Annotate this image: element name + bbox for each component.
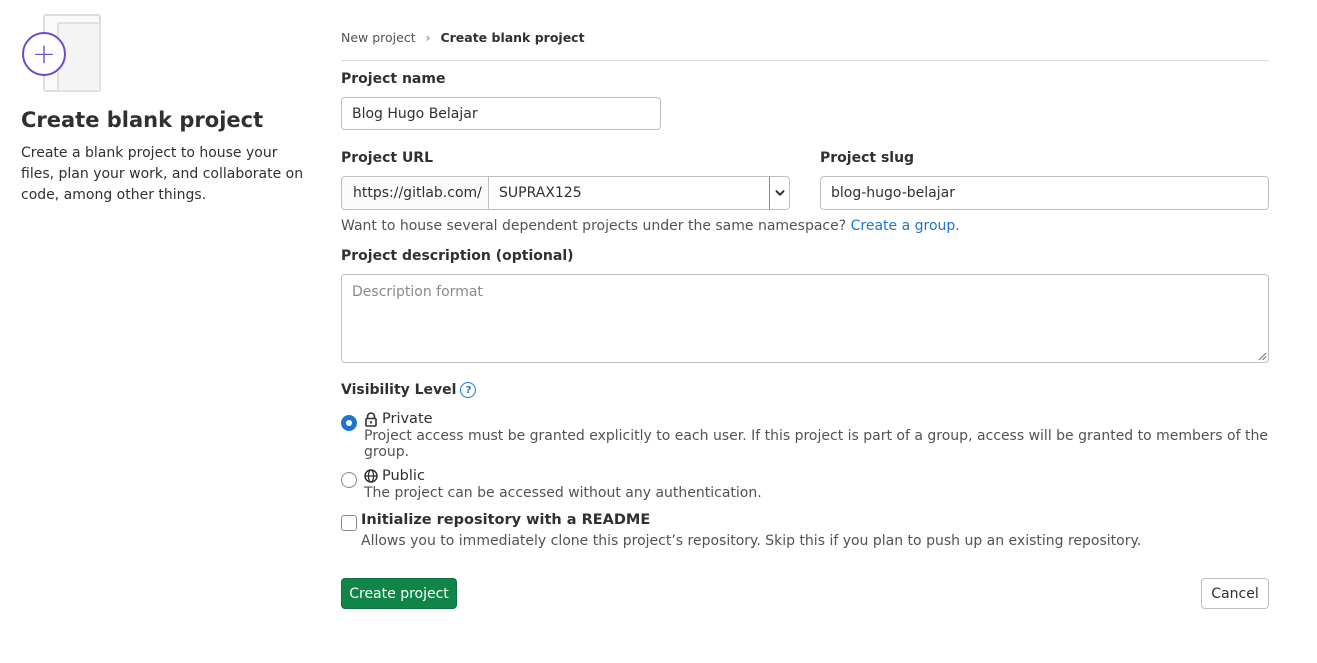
globe-icon [364, 469, 378, 483]
visibility-level-label: Visibility Level [341, 382, 457, 398]
cancel-button[interactable]: Cancel [1201, 578, 1269, 609]
sidebar-panel: + Create blank project Create a blank pr… [21, 14, 311, 206]
project-slug-input[interactable]: blog-hugo-belajar [820, 176, 1269, 210]
chevron-down-icon [775, 190, 784, 196]
visibility-option-private[interactable]: Private Project access must be granted e… [341, 411, 1269, 460]
visibility-title-row: Visibility Level ? [341, 382, 1269, 398]
project-description-label: Project description (optional) [341, 248, 574, 264]
lock-icon [365, 411, 377, 427]
readme-label: Initialize repository with a README [361, 512, 651, 528]
breadcrumb: New project › Create blank project [341, 0, 1269, 61]
project-url-input-group: https://gitlab.com/ SUPRAX125 [341, 176, 790, 210]
project-name-value: Blog Hugo Belajar [352, 105, 478, 122]
project-description-group: Project description (optional) Descripti… [341, 248, 1269, 363]
group-help-text: Want to house several dependent projects… [341, 218, 960, 234]
public-radio[interactable] [341, 472, 357, 488]
project-url-group: Project URL https://gitlab.com/ SUPRAX12… [341, 150, 790, 210]
project-url-label: Project URL [341, 150, 434, 166]
readme-option[interactable]: Initialize repository with a README Allo… [341, 512, 1141, 549]
public-option-label: Public [382, 468, 425, 484]
group-help-message: Want to house several dependent projects… [341, 218, 847, 234]
private-option-body: Private Project access must be granted e… [364, 411, 1269, 460]
private-option-description: Project access must be granted explicitl… [364, 428, 1268, 460]
breadcrumb-current: Create blank project [440, 30, 585, 45]
project-slug-value: blog-hugo-belajar [831, 185, 955, 201]
create-project-button[interactable]: Create project [341, 578, 457, 609]
visibility-level-group: Visibility Level ? Private Project acces… [341, 382, 1269, 501]
public-option-head: Public [364, 468, 762, 484]
private-radio[interactable] [341, 415, 357, 431]
namespace-dropdown-toggle[interactable] [769, 176, 790, 210]
blank-project-illustration: + [21, 14, 103, 96]
breadcrumb-new-project[interactable]: New project [341, 30, 416, 45]
private-option-head: Private [364, 411, 1269, 427]
sidebar-description: Create a blank project to house your fil… [21, 145, 304, 204]
project-url-prefix: https://gitlab.com/ [341, 176, 488, 210]
project-name-group: Project name Blog Hugo Belajar [341, 71, 661, 130]
project-slug-group: Project slug blog-hugo-belajar [820, 150, 1269, 210]
sidebar-title: Create blank project [21, 108, 264, 132]
question-circle-icon[interactable]: ? [460, 382, 477, 398]
chevron-right-icon: › [425, 30, 431, 45]
project-name-input[interactable]: Blog Hugo Belajar [341, 97, 661, 130]
plus-circle-icon: + [22, 32, 66, 76]
readme-description: Allows you to immediately clone this pro… [361, 533, 1142, 549]
project-name-label: Project name [341, 71, 446, 87]
visibility-option-public[interactable]: Public The project can be accessed witho… [341, 468, 1269, 501]
public-option-description: The project can be accessed without any … [364, 485, 762, 501]
private-option-label: Private [382, 411, 433, 427]
main-content: New project › Create blank project Proje… [341, 0, 1269, 609]
namespace-select[interactable]: SUPRAX125 [488, 176, 769, 210]
public-option-body: Public The project can be accessed witho… [364, 468, 762, 501]
project-slug-label: Project slug [820, 150, 915, 166]
project-description-placeholder: Description format [352, 284, 483, 300]
namespace-value: SUPRAX125 [499, 185, 582, 201]
readme-option-body: Initialize repository with a README Allo… [361, 512, 1141, 549]
project-description-textarea[interactable]: Description format [341, 274, 1269, 363]
create-group-link[interactable]: Create a group. [851, 218, 960, 234]
readme-checkbox[interactable] [341, 515, 357, 531]
resize-handle-icon[interactable] [1258, 352, 1267, 361]
